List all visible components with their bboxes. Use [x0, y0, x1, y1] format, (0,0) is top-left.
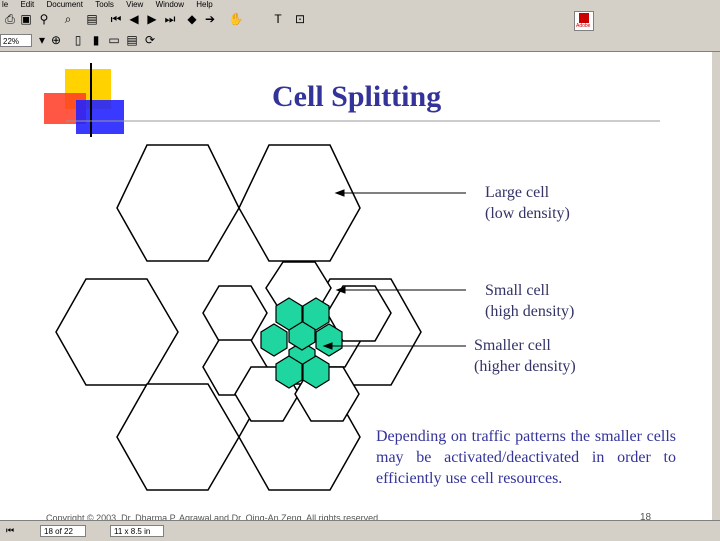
- large-cell: [238, 144, 361, 262]
- smaller-cell: [260, 323, 288, 357]
- page-size-indicator: 11 x 8.5 in: [110, 525, 164, 537]
- smaller-cell-label-line1: Smaller cell: [474, 337, 551, 354]
- large-cell: [116, 383, 240, 491]
- smaller-cell-label-line2: (higher density): [474, 358, 576, 375]
- large-cell: [116, 144, 240, 262]
- description-text: Depending on traffic patterns the smalle…: [376, 428, 676, 487]
- small-cell-label: Small cell (high density): [485, 280, 574, 322]
- first-page-status-icon[interactable]: ⏮: [2, 523, 18, 538]
- large-cell: [55, 278, 179, 386]
- deco-blue-square: [76, 100, 124, 134]
- small-cell: [202, 285, 268, 342]
- smaller-cell-label: Smaller cell (higher density): [474, 335, 576, 377]
- page-indicator[interactable]: 18 of 22: [40, 525, 86, 537]
- large-cell-label-line2: (low density): [485, 205, 570, 222]
- small-cell-label-line1: Small cell: [485, 282, 550, 299]
- large-cell-label-line1: Large cell: [485, 184, 550, 201]
- slide-title: Cell Splitting: [272, 80, 442, 113]
- large-cell-label: Large cell (low density): [485, 182, 570, 224]
- small-cell-label-line2: (high density): [485, 303, 575, 320]
- status-bar: ⏮ 18 of 22 11 x 8.5 in: [0, 520, 720, 541]
